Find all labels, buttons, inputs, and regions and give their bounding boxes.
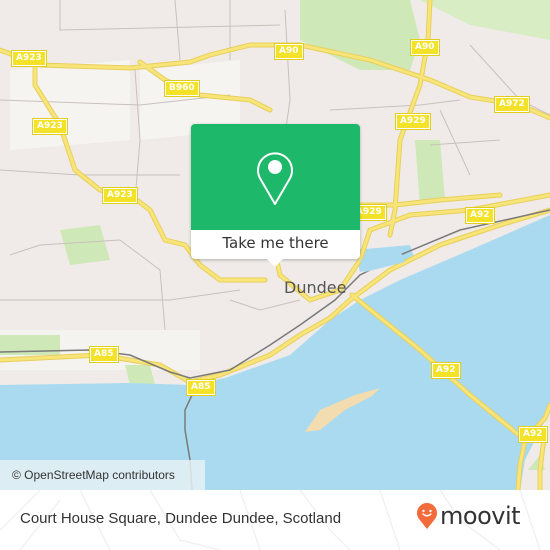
moovit-smiley-pin-icon — [417, 503, 437, 529]
road-label-a92: A92 — [465, 207, 495, 224]
moovit-logo[interactable]: moovit — [416, 502, 521, 530]
popup-pointer — [267, 259, 283, 267]
road-label-a923: A923 — [102, 187, 138, 204]
road-label-a929: A929 — [395, 113, 431, 130]
road-label-a923: A923 — [32, 118, 68, 135]
map-view[interactable]: A923 A923 A923 B960 A90 A90 A972 A929 A9… — [0, 0, 550, 490]
road-label-a923: A923 — [11, 50, 47, 67]
moovit-wordmark: moovit — [440, 502, 521, 530]
road-label-a90: A90 — [274, 43, 304, 60]
take-me-there-popup[interactable]: Take me there — [191, 124, 360, 267]
city-label: Dundee — [284, 278, 347, 297]
park-area — [415, 140, 445, 205]
location-title: Court House Square, Dundee Dundee, Scotl… — [20, 510, 342, 527]
road-label-a90: A90 — [410, 39, 440, 56]
footer-bar: Court House Square, Dundee Dundee, Scotl… — [0, 490, 550, 550]
road-label-a972: A972 — [494, 96, 530, 113]
take-me-there-button[interactable]: Take me there — [191, 230, 360, 259]
road-label-a85: A85 — [186, 379, 216, 396]
park-area — [125, 365, 155, 385]
map-attribution[interactable]: © OpenStreetMap contributors — [0, 460, 205, 490]
popup-header[interactable] — [191, 124, 360, 230]
road-label-a92: A92 — [518, 426, 548, 443]
road-label-a92: A92 — [431, 362, 461, 379]
road-label-a85: A85 — [89, 346, 119, 363]
road-label-b960: B960 — [164, 80, 200, 97]
location-pin-icon — [257, 152, 293, 205]
